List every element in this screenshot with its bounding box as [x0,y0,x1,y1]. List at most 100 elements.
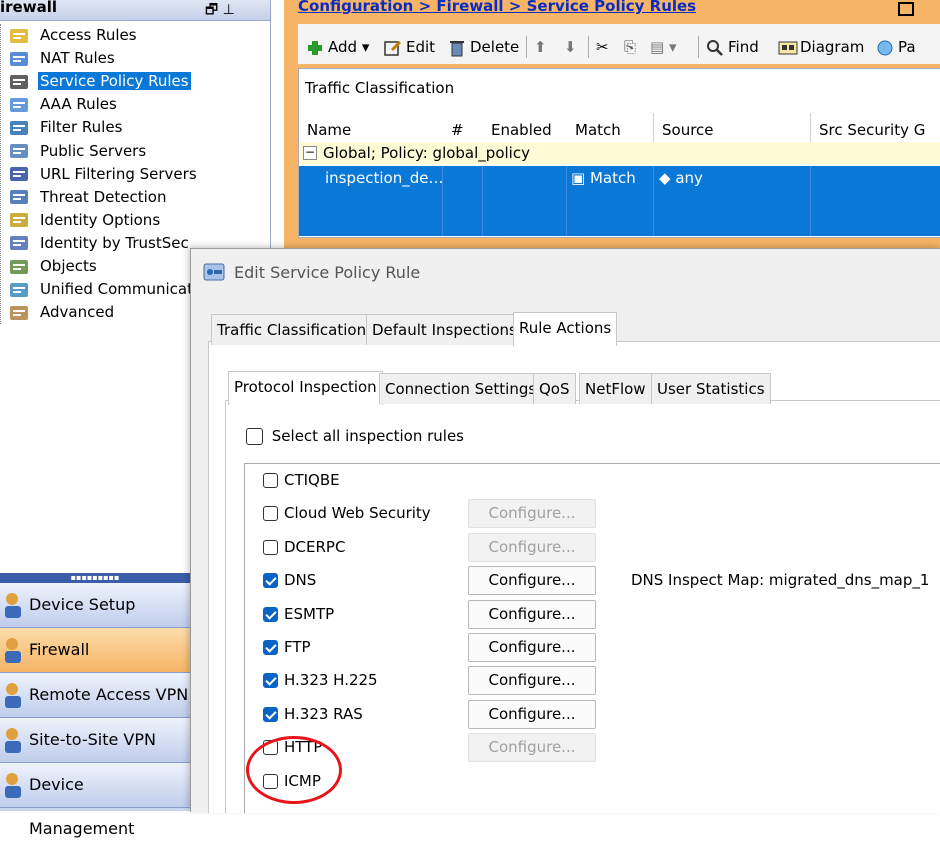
tree-item[interactable]: Threat Detection [8,186,168,208]
tab-rule-actions[interactable]: Rule Actions [513,312,618,346]
diagram-button[interactable]: Diagram [778,36,864,58]
tree-item[interactable]: Filter Rules [8,116,124,138]
paste-icon[interactable]: ▤ ▾ [650,36,676,58]
tree-item[interactable]: AAA Rules [8,93,119,115]
tree-item[interactable]: Advanced [8,301,116,323]
toolbar-separator [698,36,699,58]
select-all-checkbox[interactable]: Select all inspection rules [246,427,464,445]
nav-button[interactable]: Firewall [0,628,190,673]
tree-item-label: NAT Rules [40,49,115,68]
tab-qos[interactable]: QoS [533,373,576,404]
toolbar-separator [588,36,589,58]
dialog-title: Edit Service Policy Rule [234,263,421,282]
tree-item-label: AAA Rules [40,95,117,114]
restore-pin-icon[interactable]: 🗗 ⊥ [205,0,235,23]
rule-checkbox[interactable] [263,606,278,622]
configure-button: Configure... [468,733,596,763]
tree-item[interactable]: URL Filtering Servers [8,163,199,185]
tree-item-label: Filter Rules [40,118,123,137]
service-policy-icon [8,73,30,91]
tree-item[interactable]: Identity by TrustSec [8,232,191,254]
inspection-rule[interactable]: CTIQBE [263,468,340,492]
packet-tracer-icon [876,39,894,57]
configure-button: Configure... [468,499,596,529]
tree-item[interactable]: NAT Rules [8,47,117,69]
tab-user-statistics[interactable]: User Statistics [651,373,771,404]
packet-tracer-button[interactable]: Pa [876,36,916,58]
rule-checkbox[interactable] [263,640,278,655]
collapse-icon[interactable]: − [303,146,317,160]
toolbar: Add ▾ Edit Delete ⬆ ⬇ ✂ ⎘ ▤ ▾ Find Diagr… [298,24,940,64]
checkbox[interactable] [246,428,263,445]
tab-default-inspections[interactable]: Default Inspections [366,314,523,345]
copy-icon[interactable]: ⎘ [624,36,636,58]
tree-item-label: Identity by TrustSec [40,233,189,252]
rule-label: FTP [284,638,311,656]
find-button[interactable]: Find [706,36,759,58]
inspection-rule[interactable]: H.323 RAS [263,702,363,726]
cut-icon[interactable]: ✂ [596,36,609,58]
rule-label: H.323 RAS [284,704,363,723]
nav-button-label: Site-to-Site VPN [29,730,156,749]
configure-button: Configure... [468,532,596,562]
inspection-rule[interactable]: DNS [263,568,316,592]
service-policy-table: Traffic Classification Name # Enabled Ma… [298,68,940,238]
source-cell: ◆ any [659,169,703,187]
inspection-rule[interactable]: ESMTP [263,602,334,626]
advanced-icon [8,304,30,322]
nav-button[interactable]: Device Setup [0,583,190,628]
toolbar-separator [526,36,527,58]
rule-label: H.323 H.225 [284,671,378,690]
configure-button[interactable]: Configure... [468,666,596,696]
tab-connection-settings[interactable]: Connection Settings [379,373,543,404]
configure-button[interactable]: Configure... [468,599,596,629]
nav-button[interactable]: Device Management [0,763,190,838]
configure-button[interactable]: Configure... [468,699,596,729]
tab-traffic-classification[interactable]: Traffic Classification [211,314,373,345]
tree-item-label: URL Filtering Servers [40,164,197,183]
nav-button[interactable]: Site-to-Site VPN [0,718,190,763]
rule-label: ESMTP [284,604,335,623]
rule-checkbox[interactable] [263,506,278,522]
rule-label: Cloud Web Security [284,504,431,523]
rule-checkbox[interactable] [263,473,278,488]
move-up-icon[interactable]: ⬆ [534,36,547,58]
network-object-icon: ◆ [659,169,671,187]
tree-item[interactable]: Identity Options [8,209,162,231]
inspection-rule[interactable]: FTP [263,635,311,659]
tree-item[interactable]: Objects [8,255,99,277]
edit-service-policy-dialog: Edit Service Policy Rule Traffic Classif… [190,248,940,813]
move-down-icon[interactable]: ⬇ [564,36,577,58]
breadcrumb[interactable]: Configuration > Firewall > Service Polic… [298,0,696,15]
nav-button[interactable]: Remote Access VPN [0,673,190,718]
rule-checkbox[interactable] [263,573,278,589]
group-row[interactable]: − Global; Policy: global_policy [299,142,940,164]
maximize-icon[interactable] [898,2,914,16]
tab-netflow[interactable]: NetFlow [579,373,652,404]
table-row[interactable]: inspection_de… ▣ Match ◆ any [299,166,940,236]
table-caption: Traffic Classification [305,79,455,97]
unified-comm-icon [8,281,30,299]
tab-protocol-inspection[interactable]: Protocol Inspection [228,371,383,405]
add-button[interactable]: Add ▾ [306,36,369,58]
rule-checkbox[interactable] [263,539,278,555]
tree-item[interactable]: Public Servers [8,140,148,162]
device-management-icon [2,771,26,799]
inspection-rule[interactable]: DCERPC [263,535,345,559]
tree-item[interactable]: Access Rules [8,24,139,46]
delete-button[interactable]: Delete [448,36,519,58]
edit-button[interactable]: Edit [384,36,435,58]
tree-item-label: Threat Detection [40,187,167,206]
group-label: Global; Policy: global_policy [323,144,530,162]
tree-item[interactable]: Service Policy Rules [8,70,191,92]
plus-icon [306,39,324,57]
panel-title: irewall [0,0,57,16]
inspection-rule[interactable]: H.323 H.225 [263,668,378,692]
rule-checkbox[interactable] [263,673,278,689]
inspection-rule[interactable]: Cloud Web Security [263,501,431,525]
rule-checkbox[interactable] [263,706,278,722]
nav-grip-handle[interactable]: ▪▪▪▪▪▪▪▪▪ [0,573,190,583]
configure-button[interactable]: Configure... [468,633,596,662]
tree-connector [0,24,1,324]
configure-button[interactable]: Configure... [468,566,596,596]
